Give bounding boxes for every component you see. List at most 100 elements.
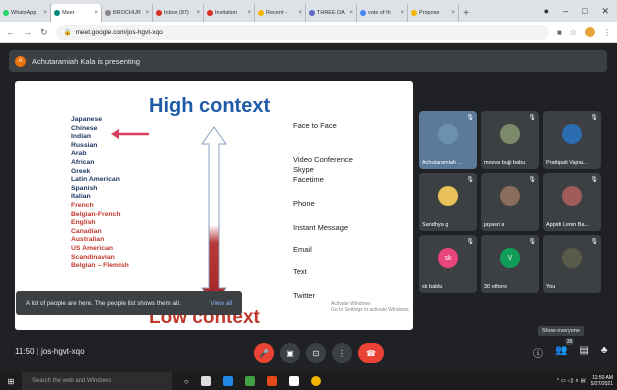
tab-favicon-icon <box>105 10 111 16</box>
back-icon[interactable]: ← <box>6 27 15 37</box>
chrome-icon[interactable] <box>310 376 321 386</box>
participant-tile[interactable]: 🎙 You <box>543 235 601 293</box>
pointer-arrow-icon <box>111 129 149 139</box>
mic-muted-icon: 🎙 <box>590 177 598 183</box>
show-everyone-tooltip: Show everyone <box>538 326 584 336</box>
tab-close-icon[interactable]: × <box>451 10 455 16</box>
media-item: Skype <box>293 165 314 174</box>
close-window-icon[interactable]: ✕ <box>601 6 609 17</box>
tab-close-icon[interactable]: × <box>349 10 353 16</box>
participant-tile[interactable]: 🎙 Sandhya g <box>419 173 477 231</box>
present-icon: ⊡ <box>312 348 320 358</box>
context-scale-arrow-icon <box>201 126 227 306</box>
participant-tile[interactable]: 🎙 jayasri a <box>481 173 539 231</box>
culture-item: Scandinavian <box>71 253 115 261</box>
windows-taskbar: ⊞ Search the web and Windows ○ ^ ▭ ◁) ∧ … <box>0 372 617 390</box>
participant-name: You <box>546 284 556 290</box>
media-app-icon[interactable] <box>266 376 277 386</box>
participant-tile[interactable]: 🎙 Achutaramiah ... <box>419 111 477 169</box>
activities-icon[interactable]: ♣ <box>601 345 608 360</box>
browser-tab[interactable]: BROCHUR × <box>102 4 153 22</box>
tab-favicon-icon <box>3 10 9 16</box>
url-field[interactable]: 🔒 meet.google.com/jos-hgvt-xqo <box>55 24 549 40</box>
tab-close-icon[interactable]: × <box>43 10 47 16</box>
media-item: Email <box>293 245 312 254</box>
photos-icon[interactable] <box>288 376 299 386</box>
tab-close-icon[interactable]: × <box>94 10 98 16</box>
more-options-button[interactable]: ⋮ <box>332 343 352 363</box>
taskbar-clock[interactable]: 11:50 AM 5/27/2021 <box>591 375 613 387</box>
tray-icons[interactable]: ^ ▭ ◁) ∧ ▤ <box>557 378 586 384</box>
mic-muted-icon: 🎙 <box>466 177 474 183</box>
tab-favicon-icon <box>360 10 366 16</box>
star-icon[interactable]: ☆ <box>570 28 577 37</box>
browser-tab[interactable]: Recent - × <box>255 4 306 22</box>
presenter-avatar: A <box>15 55 26 67</box>
tab-close-icon[interactable]: × <box>400 10 404 16</box>
participant-name: Prattipati Vajrai... <box>546 160 588 166</box>
mic-muted-icon: 🎙 <box>528 177 536 183</box>
profile-avatar[interactable] <box>585 27 595 37</box>
forward-icon[interactable]: → <box>23 27 32 37</box>
meeting-controls-bar: 11:50 | jos-hgvt-xqo 🎤 ▣ ⊡ ⋮ ☎ 39 ⓘ 👥 ▤ … <box>0 338 617 369</box>
participant-name: sk bablu <box>422 284 443 290</box>
tab-label: Propose <box>419 10 440 16</box>
camera-icon[interactable]: ■ <box>557 28 562 37</box>
culture-item: Greek <box>71 167 91 175</box>
mic-muted-icon: 🎙 <box>528 115 536 121</box>
camera-toggle-button[interactable]: ▣ <box>280 343 300 363</box>
mic-toggle-button[interactable]: 🎤 <box>254 343 274 363</box>
present-button[interactable]: ⊡ <box>306 343 326 363</box>
culture-item: French <box>71 201 94 209</box>
address-bar: ← → ↻ 🔒 meet.google.com/jos-hgvt-xqo ■ ☆… <box>0 22 617 43</box>
tab-label: Inbox (87) <box>164 10 189 16</box>
app-icon[interactable] <box>244 376 255 386</box>
tab-favicon-icon <box>411 10 417 16</box>
tab-label: vote of th <box>368 10 391 16</box>
browser-tab[interactable]: Propose × <box>408 4 459 22</box>
account-icon[interactable]: ● <box>544 6 549 16</box>
view-all-link[interactable]: View all <box>210 300 232 307</box>
mic-muted-icon: 🎙 <box>528 239 536 245</box>
store-icon[interactable] <box>200 376 211 386</box>
culture-item: Belgian-French <box>71 210 121 218</box>
edge-icon[interactable] <box>222 376 233 386</box>
participant-tile[interactable]: 🎙 Prattipati Vajrai... <box>543 111 601 169</box>
windows-start-icon[interactable]: ⊞ <box>0 372 22 390</box>
browser-tab[interactable]: Invitation × <box>204 4 255 22</box>
chat-icon[interactable]: ▤ <box>579 345 588 360</box>
leave-call-button[interactable]: ☎ <box>358 343 384 363</box>
culture-item: US American <box>71 244 114 252</box>
reload-icon[interactable]: ↻ <box>40 27 48 38</box>
tab-label: Meet <box>62 10 75 16</box>
tab-close-icon[interactable]: × <box>145 10 149 16</box>
browser-tab[interactable]: WhatsApp × <box>0 4 51 22</box>
maximize-icon[interactable]: □ <box>582 6 587 16</box>
menu-icon[interactable]: ⋮ <box>603 28 611 37</box>
media-item: Facetime <box>293 175 324 184</box>
browser-tab[interactable]: vote of th × <box>357 4 408 22</box>
participant-tile[interactable]: 🎙 Appidi Lenin Ba... <box>543 173 601 231</box>
tab-close-icon[interactable]: × <box>298 10 302 16</box>
participant-count-badge: 39 <box>565 338 574 345</box>
browser-tab[interactable]: Meet × <box>51 4 102 22</box>
participant-tile[interactable]: 🎙 movva bujji babu <box>481 111 539 169</box>
info-icon[interactable]: ⓘ <box>533 345 543 360</box>
hang-up-icon: ☎ <box>366 348 376 358</box>
new-tab-button[interactable]: + <box>459 4 473 22</box>
meeting-info: 11:50 | jos-hgvt-xqo <box>15 347 85 356</box>
tab-close-icon[interactable]: × <box>196 10 200 16</box>
browser-tab[interactable]: THREE DA × <box>306 4 357 22</box>
participant-tile[interactable]: V 🎙 30 others <box>481 235 539 293</box>
people-icon[interactable]: 👥 <box>555 345 567 360</box>
participant-tile[interactable]: sk 🎙 sk bablu <box>419 235 477 293</box>
minimize-icon[interactable]: – <box>563 6 568 16</box>
participant-avatar <box>562 248 582 268</box>
tab-close-icon[interactable]: × <box>247 10 251 16</box>
taskbar-search[interactable]: Search the web and Windows <box>22 372 172 390</box>
tab-label: WhatsApp <box>11 10 37 16</box>
tab-favicon-icon <box>258 10 264 16</box>
browser-tab[interactable]: Inbox (87) × <box>153 4 204 22</box>
activation-watermark: Activate Windows Go to Settings to activ… <box>331 301 410 313</box>
task-view-icon[interactable]: ○ <box>184 377 189 386</box>
